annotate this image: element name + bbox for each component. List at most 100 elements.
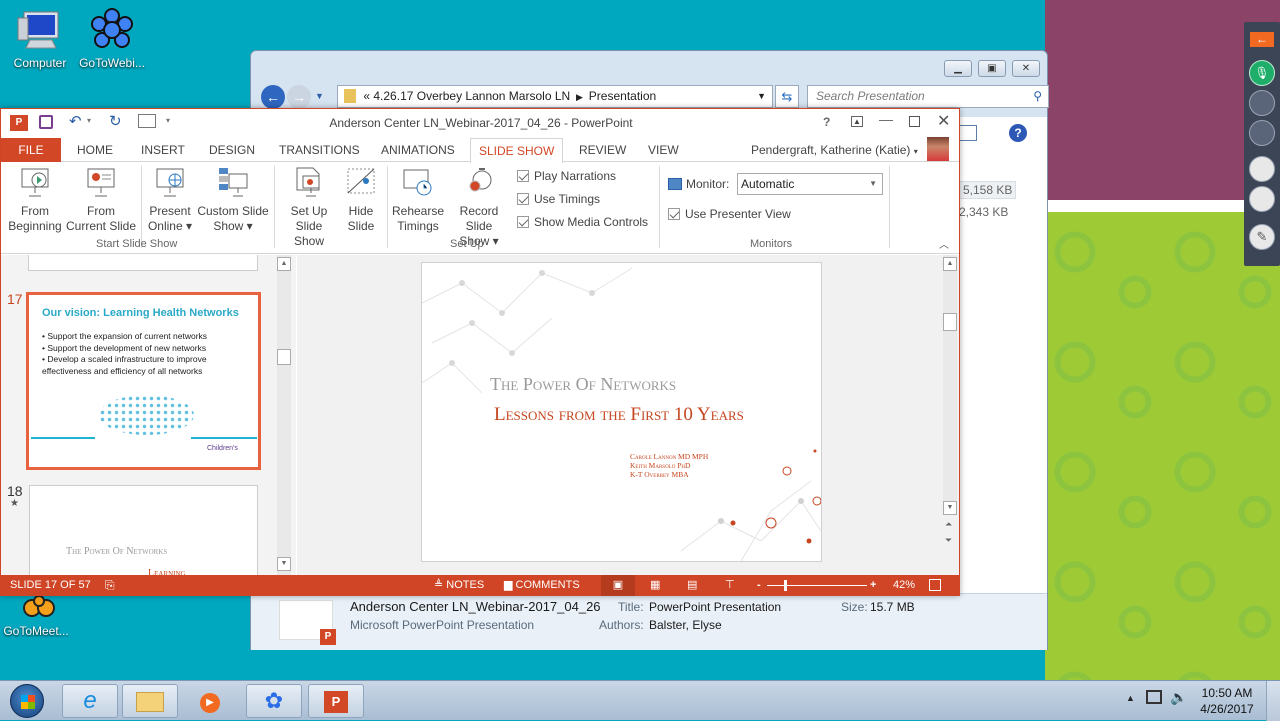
collapse-panel-button[interactable]: ←	[1250, 32, 1274, 47]
keyboard-mouse-control-button[interactable]	[1249, 156, 1275, 182]
address-dropdown[interactable]: ▼	[757, 86, 766, 107]
slide-thumbnail-18[interactable]: The Power Of Networks Learning	[29, 485, 258, 575]
show-desktop-button[interactable]	[1266, 681, 1280, 721]
account-name[interactable]: Pendergraft, Katherine (Katie) ▾	[751, 138, 918, 164]
search-input[interactable]: Search Presentation ⚲	[807, 85, 1049, 108]
recent-pages-dropdown[interactable]: ▼	[315, 91, 324, 101]
back-button[interactable]: ←	[261, 85, 285, 109]
scroll-up-button[interactable]: ▲	[277, 257, 291, 271]
from-current-slide-button[interactable]: From Current Slide	[65, 166, 137, 234]
details-title-value[interactable]: PowerPoint Presentation	[649, 600, 781, 614]
slide-title[interactable]: The Power Of Networks	[490, 374, 676, 395]
preview-pane-icon[interactable]	[959, 125, 977, 141]
set-up-slide-show-button[interactable]: Set Up Slide Show	[279, 166, 339, 249]
minimize-button[interactable]: —	[879, 111, 893, 127]
slide-subtitle[interactable]: Lessons from the First 10 Years	[494, 404, 744, 426]
normal-view-button[interactable]: ▣	[601, 575, 635, 596]
microphone-button[interactable]: 🎙	[1249, 60, 1275, 86]
powerpoint-icon: P	[324, 691, 348, 713]
use-presenter-view-checkbox[interactable]: Use Presenter View	[668, 205, 791, 223]
details-authors-value[interactable]: Balster, Elyse	[649, 618, 722, 632]
scroll-thumb[interactable]	[943, 313, 957, 331]
rehearse-timings-button[interactable]: Rehearse Timings	[391, 166, 445, 234]
explorer-maximize-button[interactable]: ▣	[978, 60, 1006, 77]
next-slide-button[interactable]: ⏷	[945, 535, 952, 546]
zoom-level[interactable]: 42%	[893, 575, 915, 596]
explorer-minimize-button[interactable]: ▁	[944, 60, 972, 77]
tab-view[interactable]: VIEW	[640, 138, 687, 162]
clock[interactable]: 10:50 AM 4/26/2017	[1196, 685, 1258, 717]
desktop-icon-gotowebinar[interactable]: GoToWebi...	[72, 8, 152, 70]
comments-button[interactable]: ▆ COMMENTS	[504, 575, 580, 596]
current-slide[interactable]: The Power Of Networks Lessons from the F…	[421, 262, 822, 562]
webcam-button[interactable]	[1249, 90, 1275, 116]
breadcrumb-item[interactable]: Presentation	[589, 89, 656, 103]
zoom-slider[interactable]	[767, 580, 867, 591]
spell-check-icon[interactable]: ⎘	[105, 575, 115, 596]
notes-button[interactable]: ≜ NOTES	[434, 575, 484, 596]
present-online-button[interactable]: Present Online ▾	[145, 166, 195, 234]
show-hidden-icons-button[interactable]: ▲	[1126, 693, 1135, 703]
forward-button[interactable]: →	[287, 85, 311, 109]
hide-slide-button[interactable]: Hide Slide	[341, 166, 381, 234]
tab-file[interactable]: FILE	[1, 138, 61, 162]
show-media-controls-checkbox[interactable]: Show Media Controls	[517, 213, 648, 231]
desktop-icon-gotomeeting[interactable]: GoToMeet...	[0, 595, 76, 638]
record-slide-show-button[interactable]: Record Slide Show ▾	[445, 166, 513, 249]
close-button[interactable]: ✕	[937, 111, 950, 131]
tab-review[interactable]: REVIEW	[571, 138, 634, 162]
slide-sorter-view-button[interactable]: ▦	[650, 575, 660, 596]
scroll-thumb[interactable]	[277, 349, 291, 365]
ribbon-display-options-button[interactable]: ▲	[851, 116, 863, 127]
taskbar-gotowebinar[interactable]: ✿	[246, 684, 302, 718]
use-timings-checkbox[interactable]: Use Timings	[517, 190, 600, 208]
tab-design[interactable]: DESIGN	[201, 138, 263, 162]
user-avatar[interactable]	[927, 137, 949, 161]
volume-icon[interactable]: 🔈	[1170, 689, 1187, 706]
explorer-close-button[interactable]: ✕	[1012, 60, 1040, 77]
custom-slide-show-button[interactable]: Custom Slide Show ▾	[195, 166, 271, 234]
slide-authors[interactable]: Carole Lannon MD MPH Keith Marsolo PhD K…	[630, 452, 708, 479]
thumbnails-scrollbar[interactable]: ▲ ▼	[277, 255, 291, 575]
drawing-tools-button[interactable]: ✎	[1249, 224, 1275, 250]
slide-show-view-button[interactable]: ⊤	[725, 575, 735, 596]
scroll-down-button[interactable]: ▼	[277, 557, 291, 571]
taskbar-internet-explorer[interactable]: e	[62, 684, 118, 718]
zoom-in-button[interactable]: +	[870, 575, 876, 596]
zoom-out-button[interactable]: -	[757, 575, 761, 596]
from-beginning-button[interactable]: From Beginning	[7, 166, 63, 234]
previous-slide-button[interactable]: ⏶	[945, 519, 952, 530]
breadcrumb-item[interactable]: 4.26.17 Overbey Lannon Marsolo LN	[373, 89, 570, 103]
slide-thumbnail-17-selected[interactable]: Our vision: Learning Health Networks • S…	[26, 292, 261, 470]
zoom-slider-thumb[interactable]	[783, 580, 787, 591]
editor-scrollbar[interactable]: ▲ ▼	[943, 255, 957, 515]
fit-to-window-button[interactable]	[929, 579, 941, 591]
scroll-up-button[interactable]: ▲	[943, 257, 957, 271]
change-presenter-button[interactable]	[1249, 186, 1275, 212]
tab-transitions[interactable]: TRANSITIONS	[271, 138, 368, 162]
collapse-ribbon-button[interactable]: ︿	[939, 236, 949, 251]
reading-view-button[interactable]: ▤	[687, 575, 697, 596]
maximize-button[interactable]	[909, 116, 920, 127]
monitor-select[interactable]: Automatic ▼	[737, 173, 883, 195]
start-button[interactable]	[10, 684, 44, 718]
breadcrumb-overflow[interactable]: «	[363, 89, 370, 103]
desktop-icon-computer[interactable]: Computer	[0, 8, 80, 70]
taskbar-powerpoint[interactable]: P	[308, 684, 364, 718]
slide-counter[interactable]: SLIDE 17 OF 57	[10, 575, 91, 596]
help-icon[interactable]: ?	[1009, 124, 1027, 142]
slide-thumbnail-16[interactable]	[28, 255, 258, 271]
tab-insert[interactable]: INSERT	[133, 138, 193, 162]
help-button[interactable]: ?	[823, 115, 830, 129]
tab-home[interactable]: HOME	[69, 138, 121, 162]
tab-animations[interactable]: ANIMATIONS	[373, 138, 463, 162]
taskbar-media-player[interactable]: ▶	[182, 684, 238, 718]
play-narrations-checkbox[interactable]: Play Narrations	[517, 167, 616, 185]
screen-share-button[interactable]	[1249, 120, 1275, 146]
address-bar[interactable]: « 4.26.17 Overbey Lannon Marsolo LN ▶ Pr…	[337, 85, 773, 108]
network-icon[interactable]	[1146, 690, 1162, 704]
taskbar-windows-explorer[interactable]	[122, 684, 178, 718]
tab-slide-show[interactable]: SLIDE SHOW	[470, 138, 564, 163]
refresh-button[interactable]: ⇆	[775, 85, 799, 108]
scroll-down-button[interactable]: ▼	[943, 501, 957, 515]
